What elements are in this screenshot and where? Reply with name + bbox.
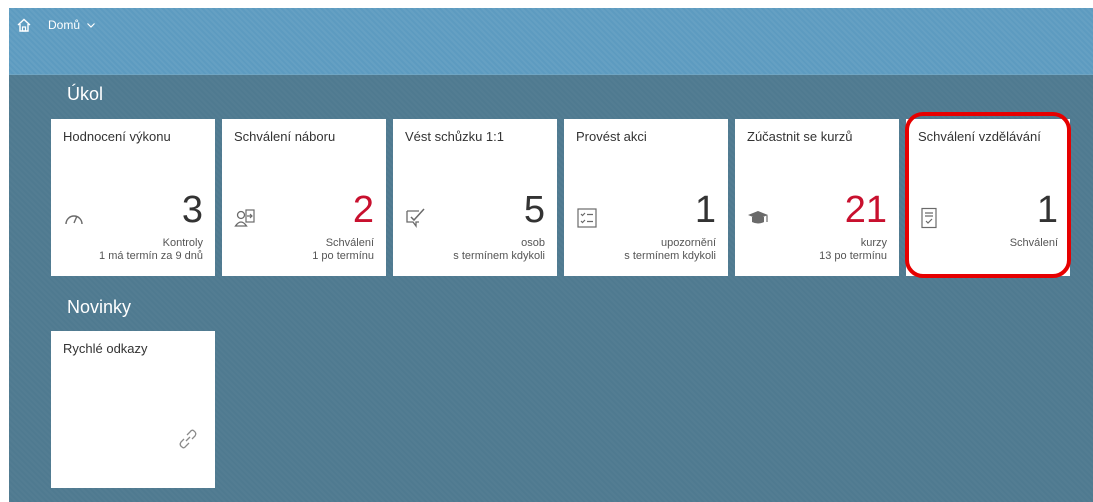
checkmark-chat-icon <box>406 208 425 228</box>
chevron-down-icon <box>87 23 95 28</box>
tile-footer: 1 po termínu <box>312 250 374 262</box>
section-title-tasks: Úkol <box>67 84 104 104</box>
home-icon[interactable] <box>16 17 32 33</box>
tile-vest-schuzku[interactable]: Vést schůzku 1:1 5 osob s termínem kdyko… <box>393 119 557 276</box>
nav-menu-domu[interactable]: Domů <box>48 18 96 32</box>
checklist-icon <box>577 208 597 228</box>
tile-unit: osob <box>521 237 545 249</box>
tile-title: Provést akci <box>576 129 647 144</box>
tile-schvaleni-vzdelavani[interactable]: Schválení vzdělávání 1 Schválení <box>906 119 1070 276</box>
shell-header: Domů <box>9 8 1093 75</box>
tile-unit: Kontroly <box>162 237 203 249</box>
tile-footer: 1 má termín za 9 dnů <box>99 250 203 262</box>
tile-schvaleni-naboru[interactable]: Schválení náboru 2 Schválení 1 po termín… <box>222 119 386 276</box>
tile-zucastnit-se-kurzu[interactable]: Zúčastnit se kurzů 21 kurzy 13 po termín… <box>735 119 899 276</box>
gauge-icon <box>65 215 83 225</box>
tile-unit: Schválení <box>325 237 374 249</box>
tile-title: Zúčastnit se kurzů <box>747 129 853 144</box>
tile-unit: Schválení <box>1009 237 1058 249</box>
graduation-cap-icon <box>748 211 768 224</box>
document-check-icon <box>921 207 937 229</box>
tile-number: 1 <box>694 189 716 231</box>
person-arrow-icon <box>234 209 255 227</box>
tile-title: Vést schůzku 1:1 <box>405 129 504 144</box>
app-container: Domů Úkol Hodnocení výkonu 3 Kontroly 1 … <box>9 8 1093 502</box>
tile-provest-akci[interactable]: Provést akci 1 upozornění s termínem kdy… <box>564 119 728 276</box>
tile-number: 3 <box>181 189 203 231</box>
tile-hodnoceni-vykonu[interactable]: Hodnocení výkonu 3 Kontroly 1 má termín … <box>51 119 215 276</box>
section-title-news: Novinky <box>67 297 132 317</box>
tile-rychle-odkazy[interactable]: Rychlé odkazy <box>51 331 215 488</box>
tile-number: 5 <box>523 189 545 231</box>
tile-title: Hodnocení výkonu <box>63 129 171 144</box>
tile-unit: upozornění <box>660 237 716 249</box>
tile-unit: kurzy <box>860 237 887 249</box>
tile-title: Schválení vzdělávání <box>918 129 1041 144</box>
tile-title: Rychlé odkazy <box>63 341 148 356</box>
tile-footer: s termínem kdykoli <box>624 250 716 262</box>
tile-footer: s termínem kdykoli <box>453 250 545 262</box>
tile-title: Schválení náboru <box>234 129 336 144</box>
tile-number: 21 <box>844 189 887 231</box>
link-icon <box>179 429 197 449</box>
nav-menu-label: Domů <box>48 18 81 32</box>
tile-footer: 13 po termínu <box>819 250 887 262</box>
tile-number: 2 <box>352 189 374 231</box>
tile-number: 1 <box>1036 189 1058 231</box>
